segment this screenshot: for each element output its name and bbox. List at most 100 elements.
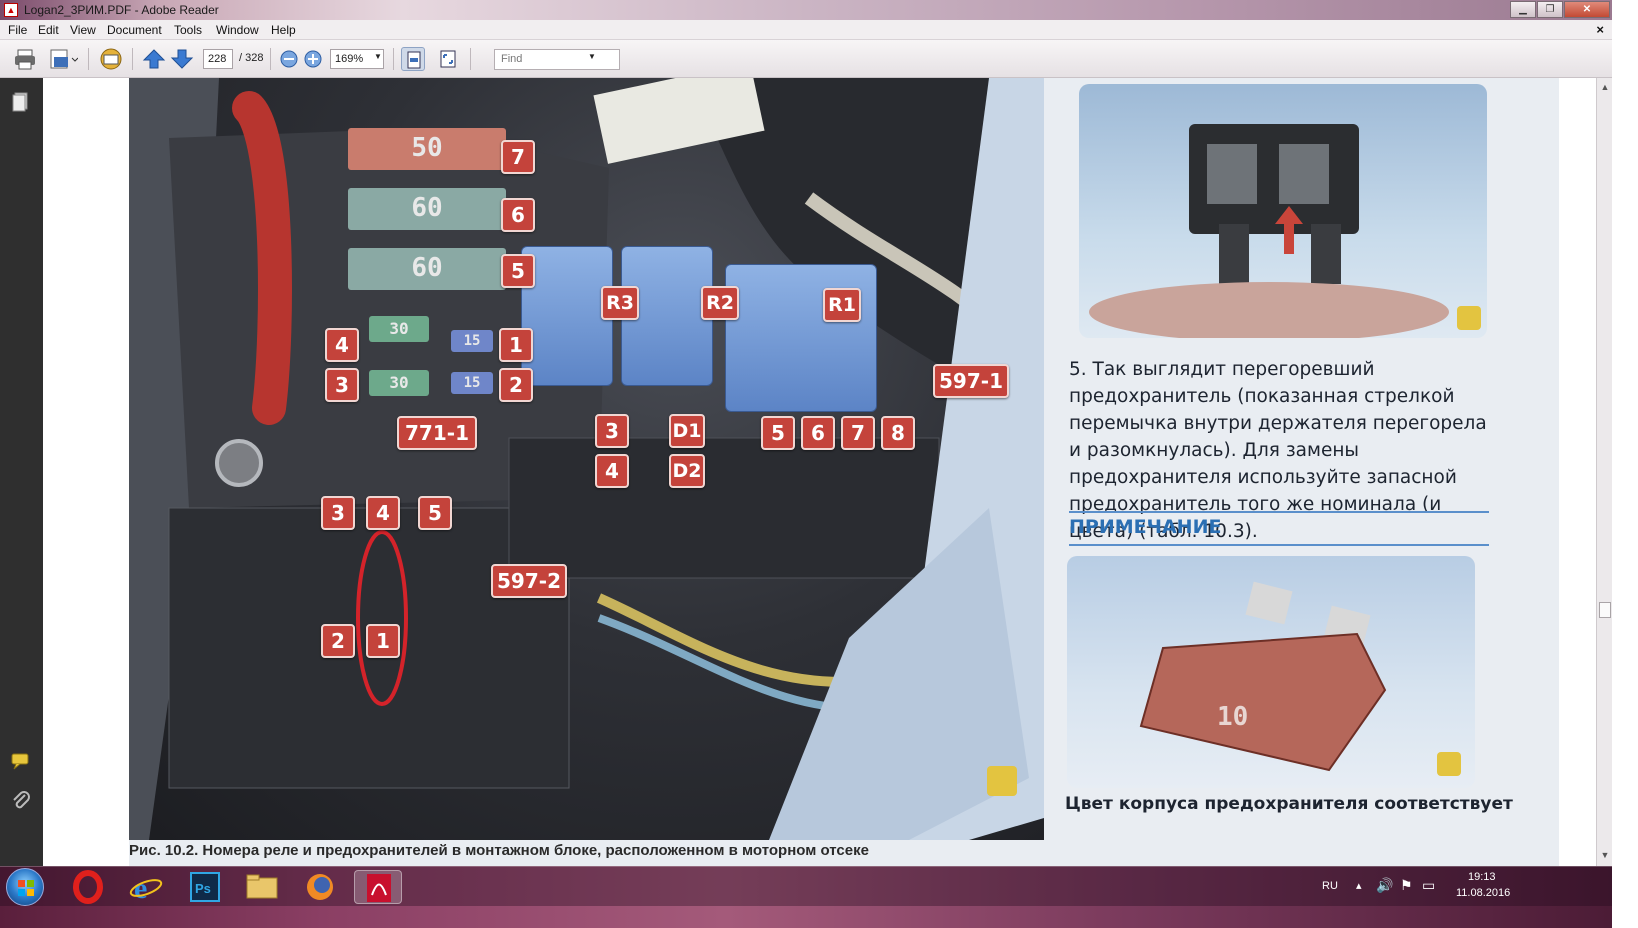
fuse-box-drawing — [129, 78, 1044, 840]
relay-socket-label: 3 — [595, 414, 629, 448]
fuse-number-label: 1 — [499, 328, 533, 362]
photoshop-icon[interactable]: Ps — [180, 870, 228, 904]
note-divider — [1069, 544, 1489, 546]
opera-icon[interactable] — [64, 870, 112, 904]
relay-label-r1: R1 — [823, 288, 861, 322]
fuse-50: 50 — [348, 128, 506, 170]
save-icon[interactable] — [48, 47, 79, 71]
menu-bar: File Edit View Document Tools Window Hel… — [0, 20, 1612, 40]
maximize-button[interactable]: ❐ — [1537, 1, 1563, 18]
screen-edge — [1612, 0, 1638, 928]
menu-tools[interactable]: Tools — [174, 23, 202, 37]
blown-fuse-photo — [1079, 84, 1487, 338]
fuse-number-label: 4 — [325, 328, 359, 362]
toolbar-separator — [270, 48, 271, 70]
pdf-file-icon: ▲ — [4, 3, 18, 17]
svg-text:e: e — [134, 872, 147, 904]
figure-caption: Рис. 10.2. Номера реле и предохранителей… — [129, 842, 869, 859]
block-label-597-1: 597-1 — [933, 364, 1009, 398]
fuse-number-label: 4 — [366, 496, 400, 530]
fuse-rating-text: 10 — [1217, 702, 1249, 732]
close-window-button[interactable]: ✕ — [1564, 1, 1610, 18]
clock-date[interactable]: 11.08.2016 — [1456, 887, 1510, 899]
diode-label-d2: D2 — [669, 454, 705, 488]
scroll-thumb[interactable] — [1599, 602, 1611, 618]
fuse-number-label: 5 — [501, 254, 535, 288]
menu-window[interactable]: Window — [216, 23, 259, 37]
clock-time[interactable]: 19:13 — [1468, 871, 1496, 883]
relay-label-r2: R2 — [701, 286, 739, 320]
network-icon[interactable]: ▭ — [1422, 877, 1435, 894]
block-label-771-1: 771-1 — [397, 416, 477, 450]
bottom-text: Цвет корпуса предохранителя соответствуе… — [1065, 794, 1513, 814]
fuse-60-a: 60 — [348, 188, 506, 230]
full-screen-icon[interactable] — [436, 47, 460, 71]
zoom-in-icon[interactable] — [301, 47, 325, 71]
pages-panel-icon[interactable] — [10, 90, 32, 112]
fuse-number-label: 6 — [501, 198, 535, 232]
toolbar-separator — [393, 48, 394, 70]
document-view[interactable]: 50 60 60 30 30 15 15 7 6 5 4 3 1 2 771-1 — [43, 78, 1596, 866]
zoom-out-icon[interactable] — [277, 47, 301, 71]
window-title: Logan2_3PИМ.PDF - Adobe Reader — [24, 3, 219, 17]
fuse-number-label: 5 — [418, 496, 452, 530]
fuse-15-b: 15 — [451, 372, 493, 394]
block-label-597-2: 597-2 — [491, 564, 567, 598]
toolbar-separator — [470, 48, 471, 70]
firefox-icon[interactable] — [296, 870, 344, 904]
note-heading: ПРИМЕЧАНИЕ — [1069, 516, 1222, 538]
show-hidden-icons-icon[interactable]: ▴ — [1356, 879, 1362, 892]
scroll-down-arrow-icon[interactable]: ▼ — [1600, 850, 1610, 860]
relay-r1 — [725, 264, 877, 412]
page-total: / 328 — [239, 52, 264, 64]
menu-document[interactable]: Document — [107, 23, 162, 37]
language-indicator[interactable]: RU — [1322, 880, 1338, 892]
scroll-up-arrow-icon[interactable]: ▲ — [1600, 82, 1610, 92]
taskbar-strip: e Ps RU ▴ 🔊 ⚑ ▭ 19:13 11.08.2016 — [0, 866, 1612, 906]
volume-icon[interactable]: 🔊 — [1376, 877, 1393, 894]
fit-page-icon[interactable] — [401, 47, 425, 71]
note-divider — [1069, 511, 1489, 513]
start-button[interactable] — [6, 868, 44, 906]
find-input[interactable]: Find — [494, 49, 620, 70]
email-icon[interactable] — [98, 47, 122, 71]
action-center-flag-icon[interactable]: ⚑ — [1400, 877, 1413, 894]
find-dropdown-arrow-icon[interactable]: ▼ — [588, 52, 596, 61]
pdf-page: 50 60 60 30 30 15 15 7 6 5 4 3 1 2 771-1 — [129, 78, 1559, 866]
navigation-pane — [0, 78, 43, 866]
relay-socket-label: 4 — [595, 454, 629, 488]
file-explorer-icon[interactable] — [238, 870, 286, 904]
window-controls: ▁ ❐ ✕ — [1509, 1, 1610, 18]
zoom-dropdown-arrow-icon[interactable]: ▼ — [374, 52, 382, 61]
internet-explorer-icon[interactable]: e — [122, 870, 170, 905]
minimize-button[interactable]: ▁ — [1510, 1, 1536, 18]
diode-label-d1: D1 — [669, 414, 705, 448]
relay-socket-label: 8 — [881, 416, 915, 450]
next-page-icon[interactable] — [170, 47, 194, 71]
print-icon[interactable] — [13, 47, 37, 71]
fuse-color-photo: 10 — [1067, 556, 1475, 788]
car-badge-icon — [987, 766, 1017, 796]
comments-panel-icon[interactable] — [10, 750, 32, 772]
menu-view[interactable]: View — [70, 23, 96, 37]
menu-help[interactable]: Help — [271, 23, 296, 37]
fuse-number-label: 7 — [501, 140, 535, 174]
svg-text:Ps: Ps — [195, 881, 211, 896]
page-number-input[interactable] — [203, 49, 233, 69]
fuse-number-label: 3 — [321, 496, 355, 530]
vertical-scrollbar[interactable]: ▲ ▼ — [1596, 78, 1612, 866]
adobe-reader-icon[interactable] — [354, 870, 402, 904]
relay-socket-label: 5 — [761, 416, 795, 450]
relay-socket-label: 6 — [801, 416, 835, 450]
blown-fuse-drawing — [1089, 124, 1481, 338]
fuse-box-photo: 50 60 60 30 30 15 15 7 6 5 4 3 1 2 771-1 — [129, 78, 1044, 840]
title-bar: ▲ Logan2_3PИМ.PDF - Adobe Reader ▁ ❐ ✕ — [0, 0, 1612, 20]
attachments-panel-icon[interactable] — [10, 790, 32, 812]
fuse-color-drawing — [1139, 581, 1461, 776]
menu-edit[interactable]: Edit — [38, 23, 59, 37]
relay-socket-label: 7 — [841, 416, 875, 450]
fuse-30-a: 30 — [369, 316, 429, 342]
prev-page-icon[interactable] — [142, 47, 166, 71]
menu-file[interactable]: File — [8, 23, 27, 37]
close-document-button[interactable]: × — [1596, 22, 1604, 37]
